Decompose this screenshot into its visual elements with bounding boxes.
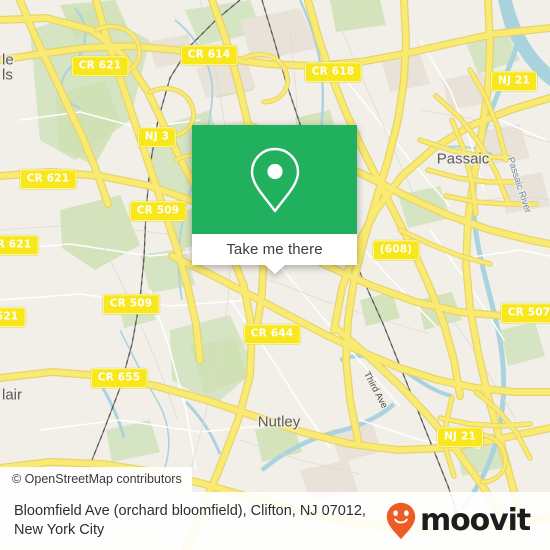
road-shield: CR 655 (90, 368, 148, 388)
road-shield: CR 618 (304, 62, 362, 82)
road-shield: 621 (0, 307, 26, 327)
address-line-1: Bloomfield Ave (orchard bloomfield), Cli… (14, 503, 318, 519)
popup-pin-panel (192, 125, 357, 234)
map-place-label-nutley: Nutley (257, 413, 301, 431)
road-shield: NJ 21 (437, 427, 483, 447)
footer-bar: Bloomfield Ave (orchard bloomfield), Cli… (0, 492, 550, 550)
moovit-map-screenshot: .land { fill:#f2efe9; } .park { fill:#cf… (0, 0, 550, 550)
moovit-smiley-pin-icon (386, 502, 416, 540)
map-canvas[interactable]: .land { fill:#f2efe9; } .park { fill:#cf… (0, 0, 550, 550)
road-shield: CR 509 (102, 294, 160, 314)
address-text: Bloomfield Ave (orchard bloomfield), Cli… (14, 502, 386, 540)
road-shield: (608) (372, 240, 420, 260)
road-shield: CR 621 (71, 56, 129, 76)
popup-pointer-tail (264, 265, 285, 274)
osm-attribution-label: © OpenStreetMap contributors (12, 472, 182, 486)
take-me-there-label: Take me there (226, 241, 323, 258)
moovit-logo[interactable]: moovit (386, 502, 536, 540)
map-place-label: ls (2, 66, 13, 84)
road-shield: CR 509 (129, 201, 187, 221)
take-me-there-button[interactable]: Take me there (192, 234, 357, 265)
road-shield: NJ 3 (137, 127, 177, 147)
road-shield: CR 621 (19, 169, 77, 189)
road-shield: CR 621 (0, 235, 39, 255)
map-pin-icon (247, 145, 303, 215)
moovit-wordmark: moovit (419, 503, 531, 538)
map-place-label-passaic: Passaic (436, 150, 490, 168)
road-shield: CR 507 (500, 303, 550, 323)
road-shield: CR 614 (180, 45, 238, 65)
osm-attribution[interactable]: © OpenStreetMap contributors (0, 467, 192, 492)
map-place-label: lair (2, 386, 23, 404)
road-shield: NJ 21 (491, 71, 537, 91)
location-popup-card[interactable]: Take me there (192, 125, 357, 274)
road-shield: CR 644 (243, 324, 301, 344)
